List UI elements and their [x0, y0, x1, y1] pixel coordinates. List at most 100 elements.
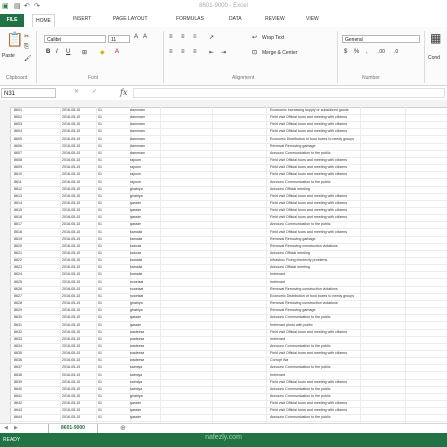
table-cell[interactable]: 2016-05-15 [62, 114, 80, 121]
table-cell[interactable]: 01 [98, 186, 102, 193]
table-cell[interactable]: 01 [98, 121, 102, 128]
tab-review[interactable]: REVIEW [265, 16, 285, 22]
table-cell[interactable]: Removal Removing construction violations [270, 300, 338, 307]
table-cell[interactable]: 8609 [14, 164, 22, 171]
table-cell[interactable]: 8615 [14, 207, 22, 214]
table-cell[interactable]: 01 [98, 221, 102, 228]
table-cell[interactable]: qassim [130, 207, 141, 214]
table-cell[interactable]: dammam [130, 128, 145, 135]
table-cell[interactable]: 2016-05-15 [62, 243, 80, 250]
table-cell[interactable]: dammam [130, 121, 145, 128]
table-cell[interactable]: 01 [98, 322, 102, 329]
table-cell[interactable]: 8631 [14, 322, 22, 329]
table-cell[interactable]: 01 [98, 300, 102, 307]
table-cell[interactable]: 8635 [14, 350, 22, 357]
table-cell[interactable]: 8612 [14, 186, 22, 193]
table-cell[interactable]: 2016-05-15 [62, 300, 80, 307]
conditional-format-icon[interactable]: ▦ [430, 31, 441, 45]
table-cell[interactable]: 01 [98, 207, 102, 214]
align-middle-icon[interactable]: ≡ [181, 34, 185, 40]
table-cell[interactable]: 01 [98, 114, 102, 121]
number-format-select[interactable]: General [342, 35, 420, 43]
tab-view[interactable]: VIEW [306, 16, 319, 22]
table-cell[interactable]: rajoum [130, 157, 141, 164]
align-top-icon[interactable]: ≡ [169, 34, 173, 40]
tab-page-layout[interactable]: PAGE LAYOUT [113, 16, 148, 22]
borders-icon[interactable]: ⊞ [82, 49, 87, 56]
table-cell[interactable]: 8623 [14, 264, 22, 271]
table-cell[interactable]: 2016-05-15 [62, 221, 80, 228]
table-cell[interactable]: 2016-05-15 [62, 307, 80, 314]
cut-icon[interactable]: ✂ [24, 33, 29, 40]
table-cell[interactable]: qassim [130, 407, 141, 414]
table-cell[interactable]: 2016-05-15 [62, 329, 80, 336]
orientation-icon[interactable]: ↗ [209, 34, 214, 41]
table-cell[interactable]: 2016-05-15 [62, 179, 80, 186]
font-size-select[interactable]: 11 [108, 35, 130, 43]
table-cell[interactable]: dammam [130, 114, 145, 121]
table-cell[interactable]: 2016-05-15 [62, 379, 80, 386]
tab-formulas[interactable]: FORMULAS [176, 16, 204, 22]
table-cell[interactable]: Field visit Official tours and meeting w… [270, 114, 347, 121]
table-cell[interactable]: kamalia [130, 236, 142, 243]
table-cell[interactable]: 8602 [14, 114, 22, 121]
table-cell[interactable]: 2016-05-15 [62, 136, 80, 143]
table-cell[interactable]: 2016-05-15 [62, 286, 80, 293]
table-cell[interactable]: 2016-05-15 [62, 186, 80, 193]
table-cell[interactable]: 2016-05-15 [62, 400, 80, 407]
paste-icon[interactable]: 📋 [6, 31, 23, 48]
table-cell[interactable]: 01 [98, 393, 102, 400]
table-cell[interactable]: 8617 [14, 221, 22, 228]
table-cell[interactable]: 8603 [14, 121, 22, 128]
table-cell[interactable]: 01 [98, 364, 102, 371]
table-cell[interactable]: 8605 [14, 136, 22, 143]
table-cell[interactable]: wadeesa [130, 350, 144, 357]
table-cell[interactable]: Announc Communication to the public [270, 414, 331, 421]
enter-icon[interactable]: ✓ [92, 88, 97, 95]
table-cell[interactable]: Field visit Official tours and meeting w… [270, 128, 347, 135]
table-cell[interactable]: salmiya [130, 379, 142, 386]
table-cell[interactable]: 01 [98, 286, 102, 293]
table-cell[interactable]: Announc Communication to the public [270, 343, 331, 350]
table-cell[interactable]: 2016-05-15 [62, 214, 80, 221]
table-cell[interactable]: 01 [98, 250, 102, 257]
table-cell[interactable]: 2016-05-15 [62, 350, 80, 357]
table-cell[interactable]: 2016-05-15 [62, 229, 80, 236]
table-cell[interactable]: 8643 [14, 407, 22, 414]
table-cell[interactable]: 01 [98, 143, 102, 150]
table-cell[interactable]: 8639 [14, 379, 22, 386]
table-cell[interactable]: Field visit Official tours and meeting w… [270, 229, 347, 236]
table-cell[interactable]: rajoum [130, 179, 141, 186]
table-cell[interactable]: 8625 [14, 279, 22, 286]
table-cell[interactable]: 2016-05-15 [62, 250, 80, 257]
tab-file[interactable]: FILE [0, 14, 24, 27]
table-cell[interactable]: Announc Official meeting [270, 250, 310, 257]
table-cell[interactable]: 01 [98, 236, 102, 243]
table-cell[interactable]: 8618 [14, 229, 22, 236]
font-name-select[interactable]: Calibri [44, 35, 106, 43]
table-cell[interactable]: salmiya [130, 372, 142, 379]
table-cell[interactable]: 01 [98, 414, 102, 421]
table-cell[interactable]: 01 [98, 293, 102, 300]
table-cell[interactable]: wadeesa [130, 329, 144, 336]
table-cell[interactable]: 2016-05-15 [62, 193, 80, 200]
name-box[interactable]: N31 [1, 88, 56, 98]
table-cell[interactable]: 2016-05-15 [62, 128, 80, 135]
table-cell[interactable]: 2016-05-15 [62, 150, 80, 157]
table-cell[interactable]: Irrelevant photo with public [270, 322, 313, 329]
table-cell[interactable]: Announc Communication to the public [270, 150, 331, 157]
table-cell[interactable]: 01 [98, 350, 102, 357]
table-row[interactable]: 8644 2016-05-15 01 qassim Announc Communica… [10, 414, 447, 423]
table-cell[interactable]: wadeesa [130, 357, 144, 364]
table-cell[interactable]: 8616 [14, 214, 22, 221]
table-cell[interactable]: kamalia [130, 271, 142, 278]
table-cell[interactable]: Announc Communication to the public [270, 314, 331, 321]
wrap-text-button[interactable]: Wrap Text [262, 35, 284, 41]
table-cell[interactable]: 8619 [14, 236, 22, 243]
formula-input[interactable] [133, 88, 445, 98]
table-cell[interactable]: 2016-05-15 [62, 343, 80, 350]
table-cell[interactable]: 01 [98, 128, 102, 135]
table-cell[interactable]: Field visit Official tours and meeting w… [270, 207, 347, 214]
table-cell[interactable]: 01 [98, 400, 102, 407]
table-cell[interactable]: Removal Removing garbage [270, 307, 316, 314]
